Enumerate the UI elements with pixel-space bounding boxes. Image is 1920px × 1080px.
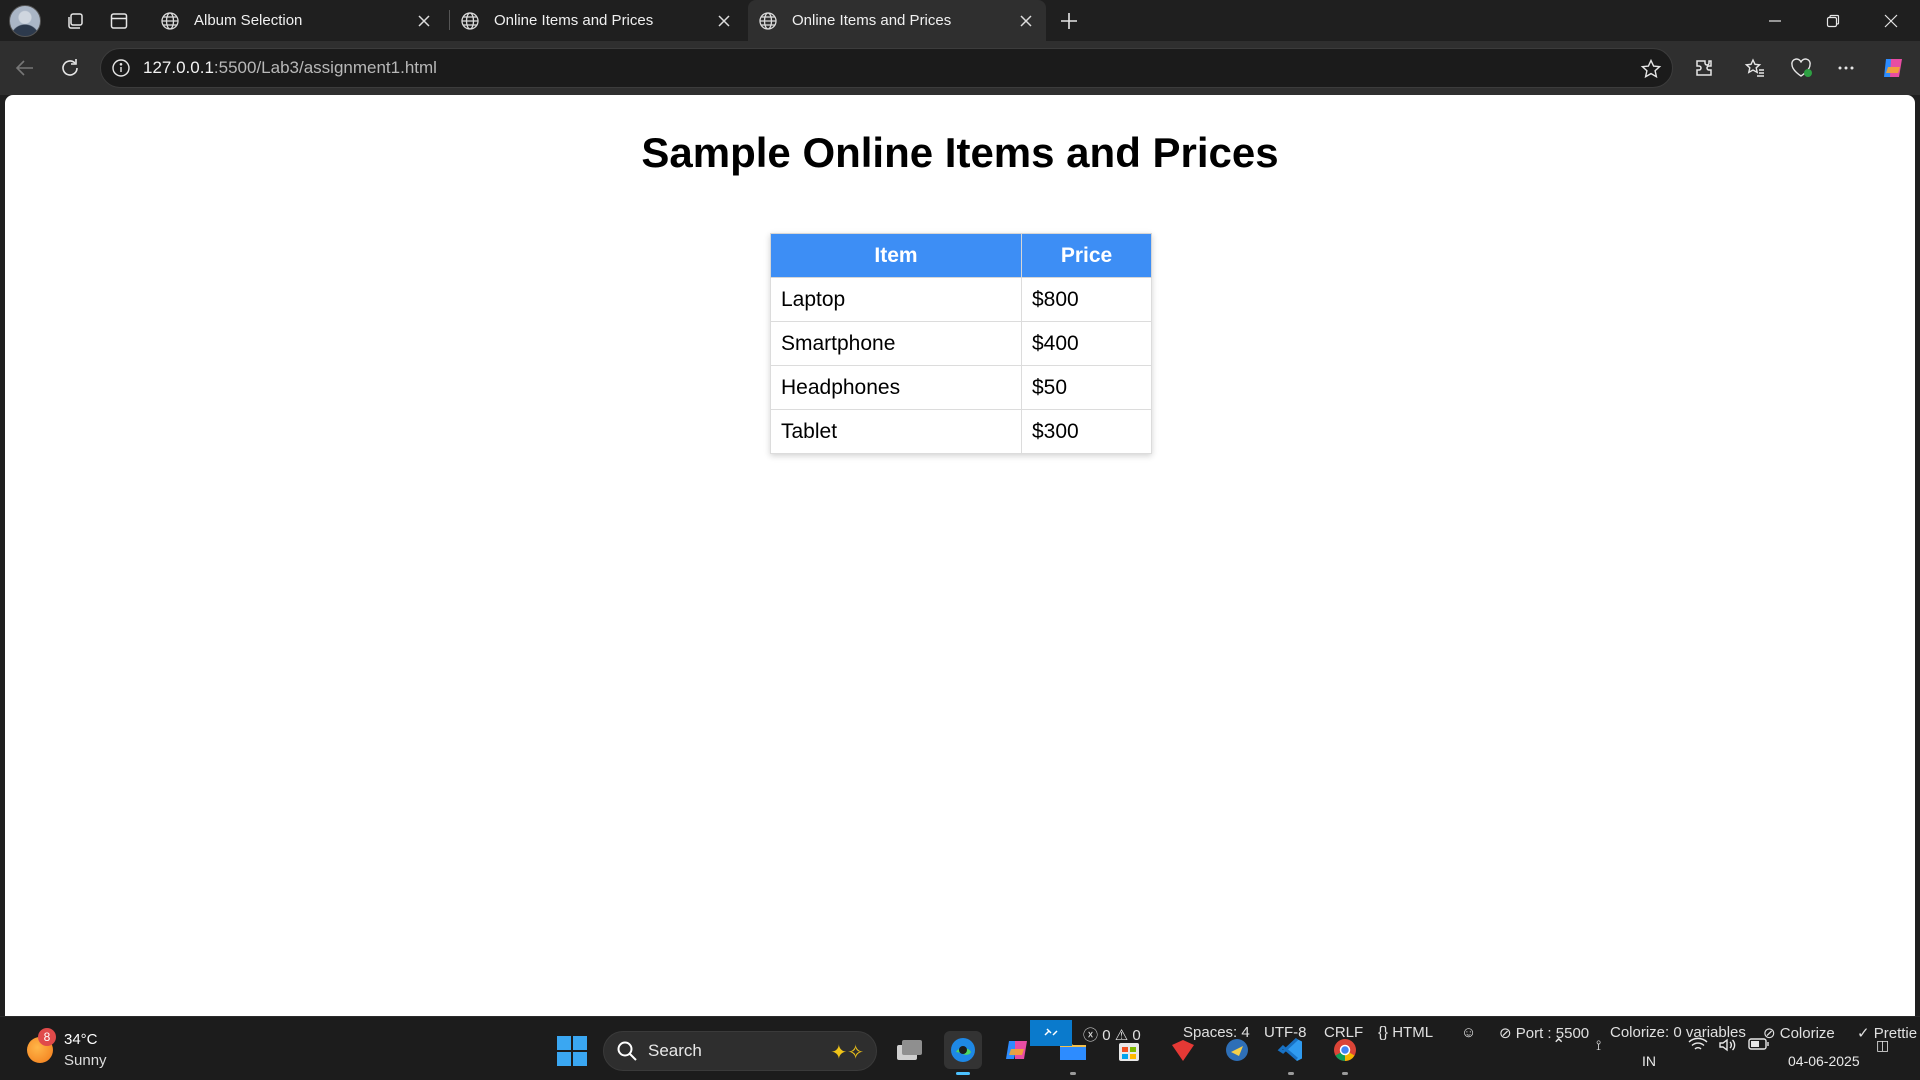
tab-online-items-1[interactable]: Online Items and Prices (450, 0, 744, 41)
language-label: HTML (1392, 1024, 1434, 1041)
item-cell: Headphones (770, 365, 1022, 410)
search-icon (617, 1041, 637, 1061)
browser-essentials-icon[interactable] (1787, 54, 1815, 82)
prettier-label: Prettie (1873, 1025, 1918, 1042)
more-options-icon[interactable] (1832, 54, 1860, 82)
copilot-status-icon[interactable]: ☺ (1461, 1024, 1476, 1041)
running-indicator (1288, 1072, 1294, 1075)
warning-icon: ⚠ (1114, 1027, 1129, 1044)
column-header-price: Price (1021, 233, 1152, 278)
warning-count: 0 (1132, 1027, 1141, 1044)
url-text: 127.0.0.1:5500/Lab3/assignment1.html (143, 58, 437, 78)
page-title: Sample Online Items and Prices (641, 129, 1279, 176)
price-cell: $800 (1021, 277, 1152, 322)
error-icon: ⓧ (1083, 1027, 1099, 1044)
running-indicator (1342, 1072, 1348, 1075)
tab-online-items-2[interactable]: Online Items and Prices (748, 0, 1046, 41)
item-cell: Tablet (770, 409, 1022, 454)
encoding-status[interactable]: UTF-8 (1264, 1024, 1307, 1041)
back-arrow-icon[interactable] (11, 54, 39, 82)
workspaces-icon[interactable] (62, 8, 88, 34)
prettier-status[interactable]: ✓ Prettie (1857, 1024, 1917, 1042)
site-info-icon[interactable] (111, 58, 131, 78)
braces-icon: {} (1378, 1024, 1389, 1041)
active-indicator (956, 1072, 970, 1075)
indent-status[interactable]: Spaces: 4 (1183, 1024, 1250, 1041)
address-bar[interactable]: 127.0.0.1:5500/Lab3/assignment1.html (100, 48, 1673, 88)
search-label: Search (648, 1041, 702, 1060)
new-tab-icon[interactable] (1056, 8, 1082, 34)
close-tab-icon[interactable] (1016, 11, 1036, 31)
column-header-item: Item (770, 233, 1022, 278)
edge-browser-icon[interactable] (944, 1031, 982, 1075)
page-viewport: Sample Online Items and Prices Item Pric… (5, 95, 1915, 1016)
favorites-icon[interactable] (1741, 54, 1769, 82)
item-cell: Smartphone (770, 321, 1022, 366)
table-row: Laptop $800 (770, 277, 1152, 322)
port-label: Port : 5500 (1515, 1025, 1590, 1042)
price-cell: $300 (1021, 409, 1152, 454)
taskbar-search[interactable]: Search ✦✧ (603, 1031, 877, 1071)
colorize-label: Colorize (1779, 1025, 1835, 1042)
globe-icon (461, 11, 479, 30)
minimize-icon[interactable] (1746, 0, 1804, 41)
url-host: 127.0.0.1 (143, 58, 214, 77)
globe-icon (161, 11, 179, 30)
extensions-icon[interactable] (1690, 54, 1718, 82)
tab-album-selection[interactable]: Album Selection (150, 0, 444, 41)
error-count: 0 (1102, 1027, 1111, 1044)
item-cell: Laptop (770, 277, 1022, 322)
weather-condition[interactable]: Sunny (64, 1052, 107, 1069)
colorize-status[interactable]: ⊘ Colorize (1763, 1024, 1835, 1042)
live-server-status[interactable]: ⊘ Port : 5500 (1499, 1024, 1589, 1042)
price-cell: $50 (1021, 365, 1152, 410)
url-path: :5500/Lab3/assignment1.html (213, 58, 437, 77)
tab-label: Online Items and Prices (792, 12, 952, 29)
language-indicator[interactable]: IN (1642, 1053, 1656, 1069)
colorize-variables-status[interactable]: Colorize: 0 variables (1610, 1024, 1746, 1041)
browser-tab-bar: Album Selection Online Items and Prices … (0, 0, 1920, 41)
vertical-tabs-icon[interactable] (106, 8, 132, 34)
table-header-row: Item Price (770, 233, 1152, 278)
copilot-icon[interactable] (1879, 54, 1907, 82)
table-row: Smartphone $400 (770, 321, 1152, 366)
table-row: Tablet $300 (770, 409, 1152, 454)
double-check-icon: ✓ (1857, 1025, 1870, 1042)
remote-indicator-icon[interactable] (1030, 1020, 1072, 1046)
tab-label: Online Items and Prices (494, 12, 654, 29)
weather-temperature[interactable]: 34°C (64, 1031, 98, 1048)
task-view-icon[interactable] (890, 1031, 928, 1069)
items-price-table: Item Price Laptop $800 Smartphone $400 H… (770, 233, 1152, 454)
running-indicator (1070, 1072, 1076, 1075)
language-mode-status[interactable]: {} HTML (1378, 1024, 1433, 1041)
restore-icon[interactable] (1804, 0, 1862, 41)
close-tab-icon[interactable] (714, 11, 734, 31)
eol-status[interactable]: CRLF (1324, 1024, 1363, 1041)
refresh-icon[interactable] (56, 54, 84, 82)
no-entry-icon: ⊘ (1763, 1025, 1776, 1042)
close-window-icon[interactable] (1862, 0, 1920, 41)
tray-app-icon[interactable]: ⟟ (1596, 1037, 1601, 1054)
problems-status[interactable]: ⓧ 0 ⚠ 0 (1083, 1024, 1141, 1045)
price-cell: $400 (1021, 321, 1152, 366)
globe-icon (759, 11, 777, 30)
weather-badge: 8 (38, 1028, 56, 1046)
tab-label: Album Selection (194, 12, 303, 29)
browser-toolbar: 127.0.0.1:5500/Lab3/assignment1.html (0, 41, 1920, 95)
close-tab-icon[interactable] (414, 11, 434, 31)
favorite-star-icon[interactable] (1640, 58, 1662, 80)
sparkle-icon: ✦✧ (830, 1042, 864, 1064)
profile-avatar[interactable] (9, 5, 41, 37)
table-row: Headphones $50 (770, 365, 1152, 410)
no-entry-icon: ⊘ (1499, 1025, 1512, 1042)
start-windows-icon[interactable] (557, 1036, 587, 1066)
date-display[interactable]: 04-06-2025 (1788, 1053, 1860, 1069)
